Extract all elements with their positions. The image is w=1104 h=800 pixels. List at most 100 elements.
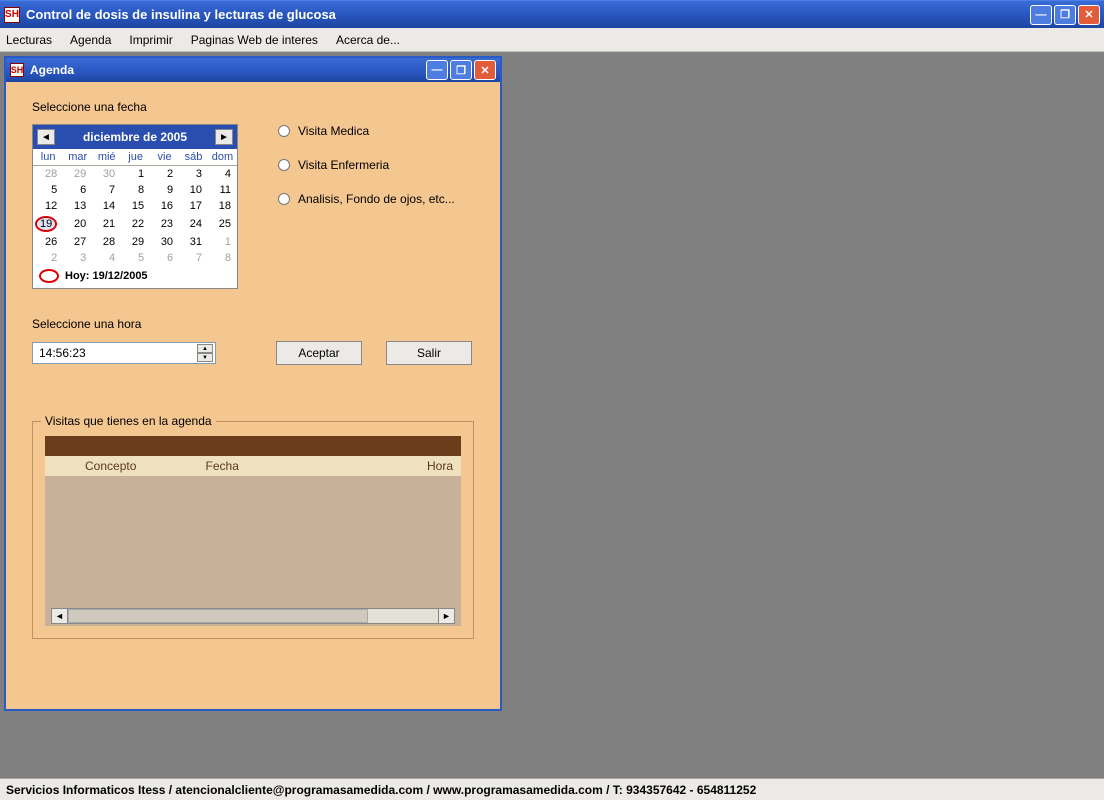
cal-day[interactable]: 28 bbox=[33, 166, 63, 183]
day-header-jue: jue bbox=[121, 149, 150, 166]
visits-group-label: Visitas que tienes en la agenda bbox=[41, 414, 216, 428]
maximize-button[interactable]: ❐ bbox=[1054, 5, 1076, 25]
cal-day[interactable]: 7 bbox=[92, 182, 121, 198]
select-time-label: Seleccione una hora bbox=[32, 317, 474, 331]
agenda-icon: SH bbox=[10, 63, 24, 77]
close-button[interactable]: ✕ bbox=[1078, 5, 1100, 25]
cal-day[interactable]: 25 bbox=[208, 214, 237, 234]
cal-day[interactable]: 2 bbox=[33, 250, 63, 266]
cal-day[interactable]: 5 bbox=[33, 182, 63, 198]
visits-groupbox: Visitas que tienes en la agenda Concepto… bbox=[32, 421, 474, 639]
cal-day[interactable]: 17 bbox=[179, 198, 208, 214]
cal-day[interactable]: 1 bbox=[208, 234, 237, 250]
radio-visita-enfermeria[interactable]: Visita Enfermeria bbox=[278, 158, 455, 172]
col-hora[interactable]: Hora bbox=[348, 459, 461, 473]
cal-day[interactable]: 10 bbox=[179, 182, 208, 198]
calendar[interactable]: ◄ diciembre de 2005 ► lun mar mié jue vi… bbox=[32, 124, 238, 289]
agenda-maximize-button[interactable]: ❐ bbox=[450, 60, 472, 80]
cal-day[interactable]: 29 bbox=[63, 166, 92, 183]
visits-list-columns: Concepto Fecha Hora bbox=[45, 456, 461, 476]
cal-day[interactable]: 4 bbox=[208, 166, 237, 183]
time-value: 14:56:23 bbox=[39, 346, 86, 360]
cal-day[interactable]: 1 bbox=[121, 166, 150, 183]
cal-day[interactable]: 31 bbox=[179, 234, 208, 250]
radio-visita-enfermeria-label: Visita Enfermeria bbox=[298, 158, 389, 172]
cal-day[interactable]: 13 bbox=[63, 198, 92, 214]
spinner-down-icon[interactable]: ▼ bbox=[197, 353, 213, 362]
menu-acerca[interactable]: Acerca de... bbox=[336, 33, 400, 47]
app-title: Control de dosis de insulina y lecturas … bbox=[26, 7, 1030, 22]
cal-day[interactable]: 4 bbox=[92, 250, 121, 266]
calendar-grid: lun mar mié jue vie sáb dom 28 29 bbox=[33, 149, 237, 266]
radio-analisis-label: Analisis, Fondo de ojos, etc... bbox=[298, 192, 455, 206]
time-input[interactable]: 14:56:23 ▲ ▼ bbox=[32, 342, 216, 364]
visits-list-hscroll[interactable]: ◄ ► bbox=[51, 608, 455, 624]
cal-day[interactable]: 23 bbox=[150, 214, 179, 234]
visits-list[interactable]: Concepto Fecha Hora ◄ ► bbox=[45, 436, 461, 626]
cal-day[interactable]: 8 bbox=[121, 182, 150, 198]
cal-day[interactable]: 24 bbox=[179, 214, 208, 234]
exit-button[interactable]: Salir bbox=[386, 341, 472, 365]
cal-day[interactable]: 11 bbox=[208, 182, 237, 198]
cal-day[interactable]: 3 bbox=[63, 250, 92, 266]
accept-button[interactable]: Aceptar bbox=[276, 341, 362, 365]
menubar: Lecturas Agenda Imprimir Paginas Web de … bbox=[0, 28, 1104, 52]
menu-agenda[interactable]: Agenda bbox=[70, 33, 111, 47]
radio-visita-enfermeria-input[interactable] bbox=[278, 159, 290, 171]
cal-day[interactable]: 6 bbox=[63, 182, 92, 198]
cal-day[interactable]: 7 bbox=[179, 250, 208, 266]
cal-day[interactable]: 18 bbox=[208, 198, 237, 214]
radio-visita-medica-input[interactable] bbox=[278, 125, 290, 137]
calendar-next-button[interactable]: ► bbox=[215, 129, 233, 145]
menu-lecturas[interactable]: Lecturas bbox=[6, 33, 52, 47]
cal-day[interactable]: 3 bbox=[179, 166, 208, 183]
cal-day[interactable]: 2 bbox=[150, 166, 179, 183]
day-header-sab: sáb bbox=[179, 149, 208, 166]
radio-visita-medica[interactable]: Visita Medica bbox=[278, 124, 455, 138]
cal-day[interactable]: 30 bbox=[150, 234, 179, 250]
cal-day[interactable]: 14 bbox=[92, 198, 121, 214]
cal-day[interactable]: 21 bbox=[92, 214, 121, 234]
calendar-header: ◄ diciembre de 2005 ► bbox=[33, 125, 237, 149]
visits-list-header-bar bbox=[45, 436, 461, 456]
cal-day[interactable]: 15 bbox=[121, 198, 150, 214]
cal-day[interactable]: 16 bbox=[150, 198, 179, 214]
cal-day[interactable]: 9 bbox=[150, 182, 179, 198]
radio-analisis-input[interactable] bbox=[278, 193, 290, 205]
calendar-prev-button[interactable]: ◄ bbox=[37, 129, 55, 145]
scroll-left-icon[interactable]: ◄ bbox=[52, 609, 68, 623]
cal-day[interactable]: 27 bbox=[63, 234, 92, 250]
scroll-right-icon[interactable]: ► bbox=[438, 609, 454, 623]
scroll-thumb[interactable] bbox=[68, 609, 368, 623]
calendar-today-label: Hoy: 19/12/2005 bbox=[65, 270, 148, 282]
cal-day[interactable]: 5 bbox=[121, 250, 150, 266]
cal-day[interactable]: 6 bbox=[150, 250, 179, 266]
radio-analisis[interactable]: Analisis, Fondo de ojos, etc... bbox=[278, 192, 455, 206]
agenda-minimize-button[interactable]: — bbox=[426, 60, 448, 80]
visit-type-group: Visita Medica Visita Enfermeria Analisis… bbox=[278, 124, 455, 289]
menu-paginas[interactable]: Paginas Web de interes bbox=[191, 33, 318, 47]
agenda-close-button[interactable]: ✕ bbox=[474, 60, 496, 80]
cal-day[interactable]: 20 bbox=[63, 214, 92, 234]
col-concepto[interactable]: Concepto bbox=[45, 459, 198, 473]
radio-visita-medica-label: Visita Medica bbox=[298, 124, 369, 138]
agenda-title: Agenda bbox=[30, 63, 426, 77]
time-spinner[interactable]: ▲ ▼ bbox=[197, 344, 213, 362]
cal-day[interactable]: 12 bbox=[33, 198, 63, 214]
cal-day[interactable]: 28 bbox=[92, 234, 121, 250]
day-header-dom: dom bbox=[208, 149, 237, 166]
scroll-track[interactable] bbox=[368, 609, 438, 623]
cal-day[interactable]: 22 bbox=[121, 214, 150, 234]
cal-day[interactable]: 29 bbox=[121, 234, 150, 250]
cal-day-today[interactable]: 19 bbox=[33, 214, 63, 234]
statusbar: Servicios Informaticos Itess / atenciona… bbox=[0, 778, 1104, 800]
calendar-footer[interactable]: Hoy: 19/12/2005 bbox=[33, 266, 237, 288]
cal-day[interactable]: 26 bbox=[33, 234, 63, 250]
spinner-up-icon[interactable]: ▲ bbox=[197, 344, 213, 353]
col-fecha[interactable]: Fecha bbox=[198, 459, 348, 473]
menu-imprimir[interactable]: Imprimir bbox=[129, 33, 172, 47]
minimize-button[interactable]: — bbox=[1030, 5, 1052, 25]
day-header-mie: mié bbox=[92, 149, 121, 166]
cal-day[interactable]: 30 bbox=[92, 166, 121, 183]
cal-day[interactable]: 8 bbox=[208, 250, 237, 266]
